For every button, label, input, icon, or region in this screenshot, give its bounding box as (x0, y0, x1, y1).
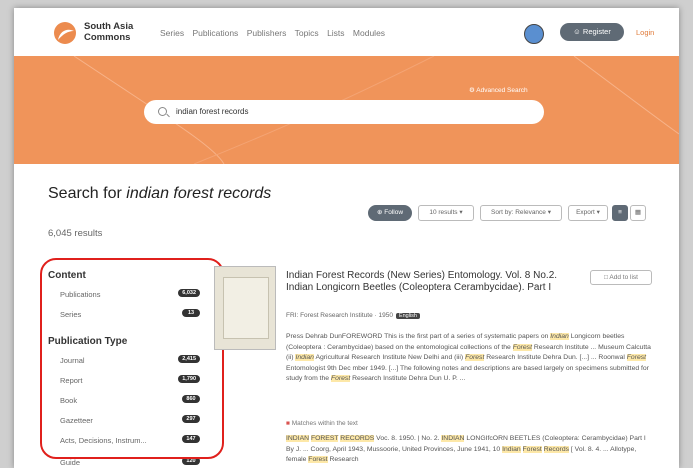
fulltext-snippet: INDIAN FOREST RECORDS Voc. 8. 1950. | No… (286, 434, 652, 466)
search-value: indian forest records (176, 107, 249, 116)
sort-select[interactable]: Sort by: Relevance ▾ (480, 205, 562, 221)
advanced-search-label: Advanced Search (476, 87, 528, 94)
user-icon: ☺ (573, 27, 581, 36)
register-label: Register (582, 27, 611, 36)
register-button[interactable]: ☺ Register (560, 23, 624, 41)
list-view-button[interactable]: ≡ (612, 205, 628, 221)
matches-within-text[interactable]: ■ Matches within the text (286, 420, 358, 427)
search-hero: ⚙ Advanced Search indian forest records (14, 56, 679, 164)
nav-publications[interactable]: Publications (192, 28, 238, 38)
add-to-list-button[interactable]: □ Add to list (590, 270, 652, 285)
per-page-value: 10 results (429, 209, 458, 216)
snippet-highlight: Indian (550, 333, 569, 340)
top-navbar: South Asia Commons Series Publications P… (14, 8, 679, 56)
main-nav: Series Publications Publishers Topics Li… (160, 28, 391, 38)
advanced-search-link[interactable]: ⚙ Advanced Search (469, 86, 528, 94)
result-meta: FRI: Forest Research Institute · 1950 Eng… (286, 312, 420, 319)
nav-series[interactable]: Series (160, 28, 184, 38)
snippet-highlight: Indian (502, 445, 521, 453)
snippet-highlight: INDIAN (286, 435, 310, 442)
snippet-text: Research Institute Dehra Dun. [...] ... … (484, 354, 627, 361)
search-input[interactable]: indian forest records (144, 100, 544, 124)
page-title: Search for indian forest records (48, 184, 278, 203)
snippet-highlight: Records (543, 445, 569, 453)
result-title[interactable]: Indian Forest Records (New Series) Entom… (286, 270, 576, 294)
facet-highlight-outline (40, 258, 224, 459)
pdf-icon: ■ (286, 420, 290, 427)
sort-value: Sort by: Relevance (491, 209, 546, 216)
brand-line1: South Asia (84, 21, 134, 32)
settings-icon: ⚙ (469, 87, 475, 94)
login-link[interactable]: Login (636, 28, 654, 37)
facet-item-guide[interactable]: Guide 120 (60, 457, 210, 467)
matches-label: Matches within the text (291, 420, 358, 427)
results-count: 6,045 results (48, 228, 103, 239)
brand-line2: Commons (84, 32, 131, 43)
snippet-text: Agricultural Research Institute New Delh… (313, 354, 466, 361)
list-icon: ≡ (618, 209, 622, 216)
nav-modules[interactable]: Modules (353, 28, 385, 38)
logo-icon[interactable] (54, 22, 76, 44)
title-query: indian forest records (126, 185, 272, 202)
snippet-highlight: Indian (295, 354, 314, 361)
result-thumbnail[interactable] (214, 266, 276, 350)
grid-icon: ▦ (634, 209, 642, 216)
plus-icon: ⊕ (376, 209, 383, 216)
snippet-highlight: INDIAN (441, 435, 465, 442)
result-publisher: FRI: Forest Research Institute · 1950 (286, 312, 393, 319)
nav-lists[interactable]: Lists (327, 28, 344, 38)
snippet-highlight: Forest (308, 456, 328, 463)
per-page-select[interactable]: 10 results ▾ (418, 205, 474, 221)
result-snippet: Press Dehrab DunFOREWORD This is the fir… (286, 332, 652, 385)
snippet-text: Press Dehrab DunFOREWORD This is the fir… (286, 333, 551, 340)
snippet-highlight: RECORDS (340, 435, 375, 442)
snippet-highlight: Forest (330, 375, 351, 382)
snippet-text: Research Institute Dehra Dun U. P. ... (350, 375, 466, 382)
follow-label: Follow (384, 209, 404, 216)
brand-name[interactable]: South Asia Commons (84, 21, 133, 43)
snippet-text: Voc. 8. 1950. | No. 2. (374, 435, 442, 442)
bookmark-icon: □ (604, 274, 608, 281)
snippet-highlight: Forest (465, 354, 485, 361)
snippet-highlight: Forest (522, 445, 542, 453)
cover-image (223, 277, 269, 339)
snippet-highlight: Forest (512, 343, 532, 351)
export-value: Export (576, 209, 595, 216)
language-badge: English (395, 313, 420, 319)
page: South Asia Commons Series Publications P… (14, 8, 679, 468)
language-globe-icon[interactable] (524, 24, 544, 44)
snippet-text: Research (327, 456, 359, 463)
snippet-highlight: FOREST (310, 435, 339, 442)
grid-view-button[interactable]: ▦ (630, 205, 646, 221)
export-select[interactable]: Export ▾ (568, 205, 608, 221)
nav-topics[interactable]: Topics (295, 28, 319, 38)
facet-label: Guide (60, 458, 81, 467)
follow-button[interactable]: ⊕ Follow (368, 205, 412, 221)
search-icon (158, 107, 167, 116)
title-prefix: Search for (48, 185, 127, 202)
snippet-highlight: Forest (626, 354, 647, 361)
add-to-list-label: Add to list (609, 274, 638, 281)
nav-publishers[interactable]: Publishers (247, 28, 287, 38)
